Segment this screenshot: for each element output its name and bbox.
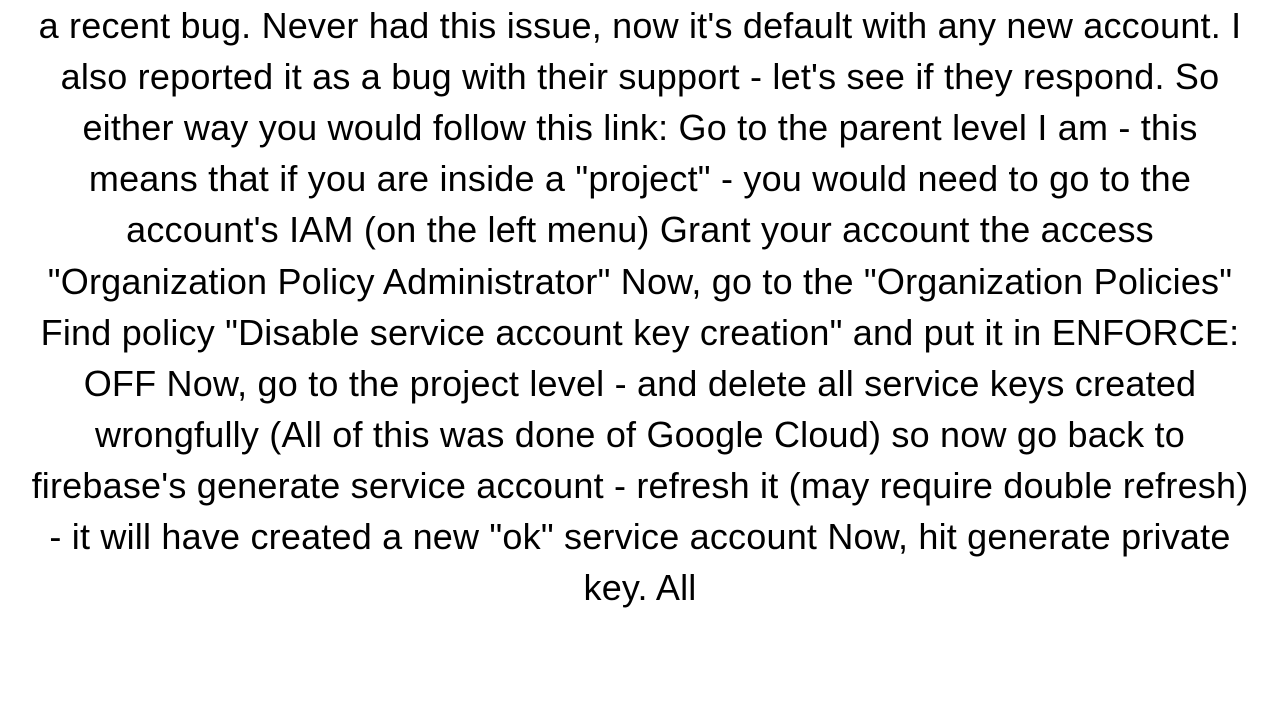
document-body: a recent bug. Never had this issue, now … [0,0,1280,720]
body-text: a recent bug. Never had this issue, now … [32,5,1249,608]
